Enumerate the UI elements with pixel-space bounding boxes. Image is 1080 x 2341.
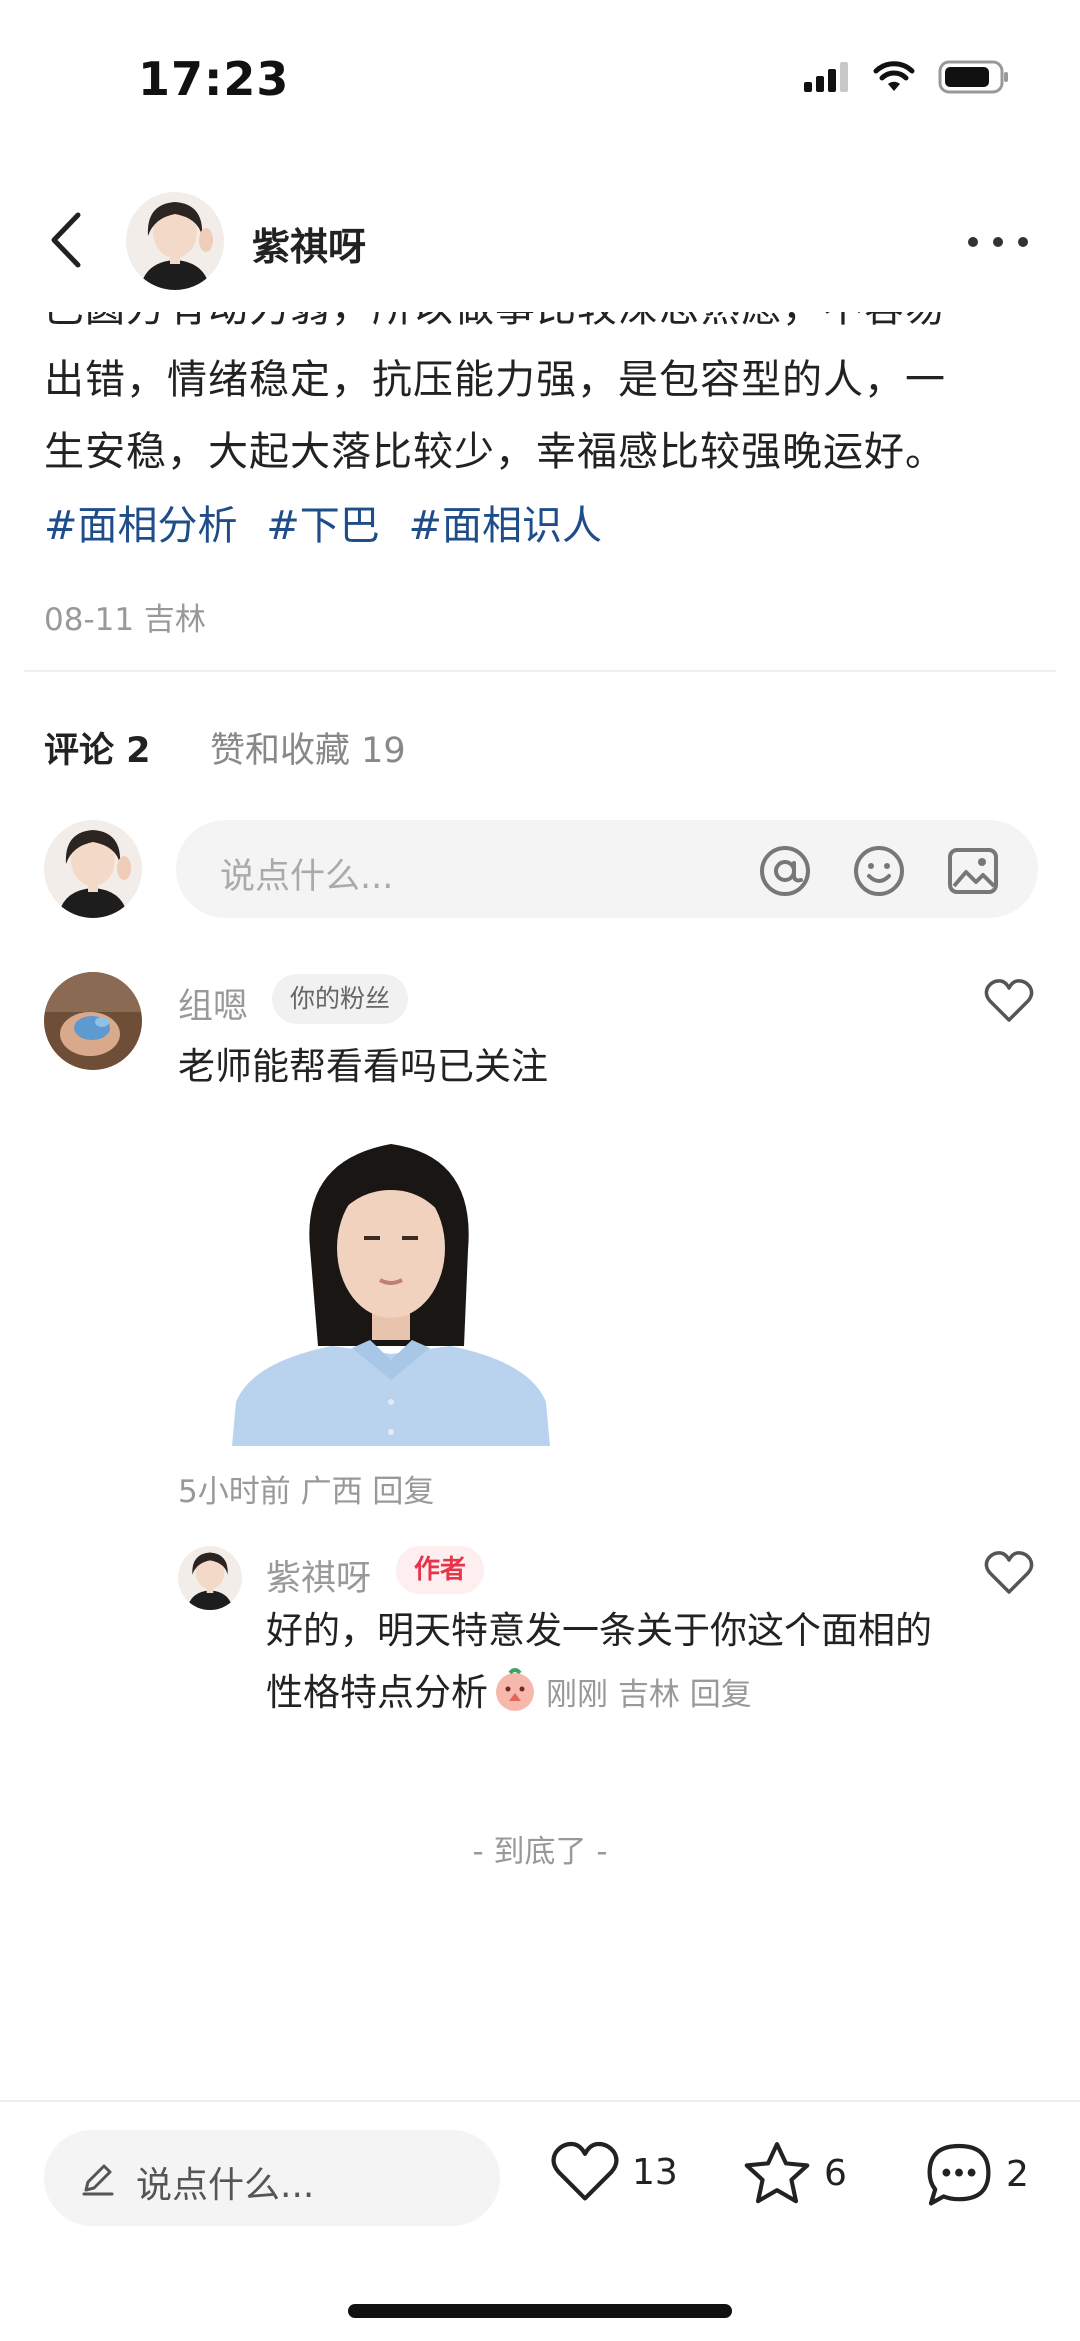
at-icon[interactable] [758,844,812,898]
favorite-button[interactable]: 6 [742,2140,847,2206]
wifi-icon [873,61,915,91]
tab-likes-favorites[interactable]: 赞和收藏 19 [210,722,406,773]
heart-icon [984,1551,1034,1594]
status-time: 17:23 [138,52,290,106]
reply-like-button[interactable] [984,1550,1034,1600]
reply-avatar[interactable] [178,1546,242,1610]
battery-icon [938,60,1008,94]
heart-icon [551,2141,619,2201]
status-icons [804,60,1010,94]
star-icon [744,2142,810,2204]
back-icon [51,212,81,268]
comment-text: 老师能帮看看吗已关注 [178,1045,548,1088]
end-of-list-text: - 到底了 - [472,1834,608,1870]
my-avatar [44,820,142,918]
tag-link[interactable]: #下巴 [266,503,380,549]
bottom-divider [0,2100,1080,2102]
comment-bubble-icon [927,2143,991,2206]
comment-meta[interactable]: 5小时前 广西 回复 [178,1466,434,1511]
home-indicator [348,2304,732,2318]
author-avatar[interactable] [126,192,224,290]
post-meta: 08-11 吉林 [44,602,206,638]
fan-badge: 你的粉丝 [272,974,409,1024]
author-name[interactable]: 紫祺呀 [252,216,366,271]
signal-icon [804,62,848,92]
comment-input[interactable]: 说点什么... [176,820,1038,918]
image-icon[interactable] [946,844,1000,898]
emoji-icon[interactable] [852,844,906,898]
commenter-avatar[interactable] [44,972,142,1070]
praying-emoji-icon [496,1668,534,1711]
post-line: 出错，情绪稳定，抗压能力强，是包容型的人，一 [44,357,946,403]
heart-icon [984,979,1034,1022]
tab-comments[interactable]: 评论 2 [44,722,151,773]
reply-author-name[interactable]: 紫祺呀 [266,1550,371,1601]
comment-like-button[interactable] [984,978,1034,1028]
comment-count: 2 [1006,2153,1029,2195]
more-icon [968,237,978,247]
comment-button[interactable]: 2 [924,2140,1029,2208]
favorite-count: 6 [824,2152,847,2194]
bottom-input-placeholder: 说点什么... [136,2165,315,2206]
back-button[interactable] [42,205,92,275]
commenter-name[interactable]: 组嗯 [178,978,248,1029]
like-button[interactable]: 13 [550,2140,678,2204]
pencil-icon [82,2164,114,2196]
like-count: 13 [632,2151,678,2193]
tag-link[interactable]: #面相识人 [408,503,602,549]
post-tags: #面相分析 #下巴 #面相识人 [44,496,618,556]
bottom-comment-input[interactable]: 说点什么... [44,2130,500,2226]
reply-meta[interactable]: 刚刚 吉林 回复 [546,1677,752,1713]
post-line: 巴圆方有动力弱，所以做事比较深思熟虑，不容易 [44,312,1044,344]
post-line: 生安稳，大起大落比较少，幸福感比较强晚运好。 [44,429,946,475]
author-badge: 作者 [396,1546,485,1594]
comment-input-placeholder: 说点什么... [220,857,394,897]
tag-link[interactable]: #面相分析 [44,503,238,549]
more-button[interactable] [968,222,1028,262]
comment-photo[interactable] [232,1140,550,1446]
reply-text-block: 好的，明天特意发一条关于你这个面相的性格特点分析 刚刚 吉林 回复 [266,1600,966,1726]
divider [24,670,1056,672]
